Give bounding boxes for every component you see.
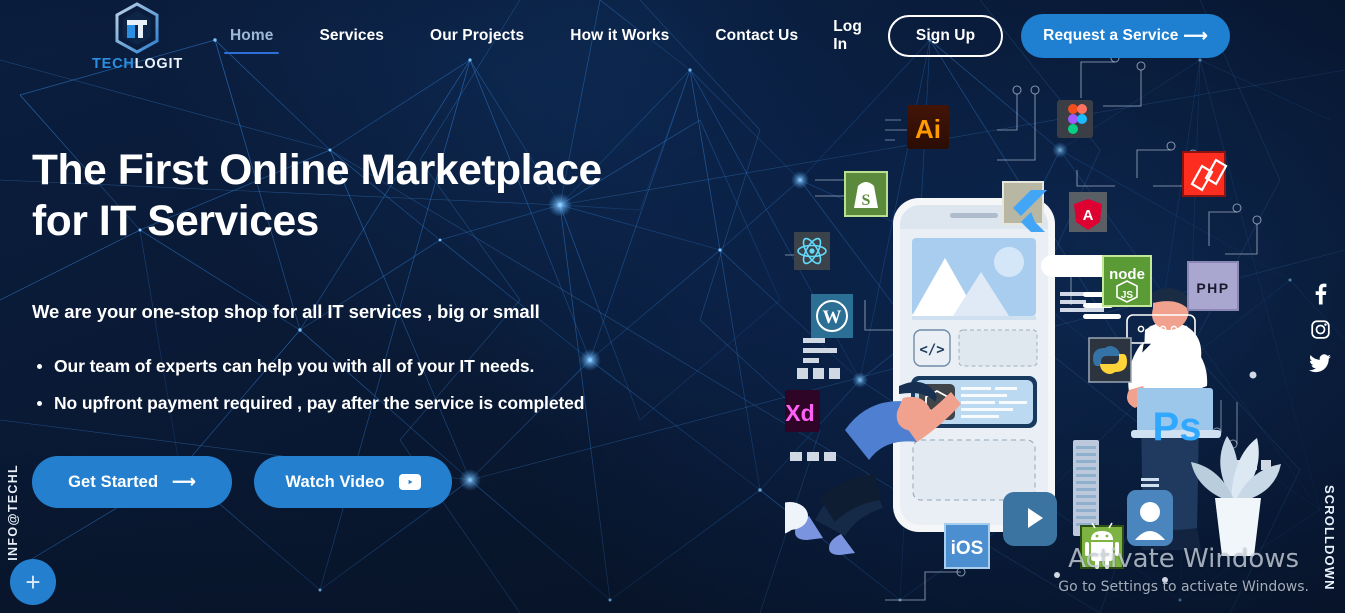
svg-text:PHP: PHP <box>1196 280 1229 296</box>
brand-logo[interactable]: TECHLOGIT <box>92 2 183 72</box>
hero-cta-row: Get Started ⟶ Watch Video <box>32 456 602 509</box>
social-links <box>1309 283 1331 373</box>
ios-icon: iOS <box>944 523 990 569</box>
nav-item-home[interactable]: Home <box>207 0 296 72</box>
request-a-service-button[interactable]: Request a Service ⟶ <box>1021 14 1230 58</box>
hero-illustration: </> Ai S A node JS PHP W Xd Ps iOS <box>785 53 1281 601</box>
hero-bullet-2: No upfront payment required , pay after … <box>54 394 602 413</box>
request-a-service-label: Request a Service <box>1043 27 1179 44</box>
nav-item-home-label: Home <box>229 27 274 44</box>
adobe-xd-icon: Xd <box>785 390 820 432</box>
react-icon <box>794 232 830 270</box>
svg-text:A: A <box>1083 207 1094 224</box>
watermark-title: Activate Windows <box>1068 544 1300 575</box>
signup-button[interactable]: Sign Up <box>887 15 1004 57</box>
nodejs-icon: node JS <box>1102 255 1152 307</box>
youtube-play-icon <box>398 474 421 491</box>
svg-text:Xd: Xd <box>785 400 814 426</box>
watch-video-button[interactable]: Watch Video <box>254 456 452 509</box>
photoshop-icon: Ps <box>1153 405 1202 449</box>
shopify-icon: S <box>844 171 888 217</box>
svg-text:S: S <box>862 192 871 209</box>
arrow-right-icon: ⟶ <box>172 473 196 492</box>
facebook-icon[interactable] <box>1310 283 1330 305</box>
php-icon: PHP <box>1187 261 1239 311</box>
figma-icon <box>1057 100 1093 138</box>
hero-bullet-1: Our team of experts can help you with al… <box>54 358 602 376</box>
python-icon <box>1088 337 1132 383</box>
email-vertical-label[interactable]: INFO@TECHL <box>6 464 20 561</box>
login-button[interactable]: Log In <box>821 12 874 60</box>
brand-wordmark: TECHLOGIT <box>92 56 183 72</box>
svg-text:Ps: Ps <box>1153 405 1202 449</box>
flutter-icon <box>1002 181 1047 232</box>
nav-item-our-projects[interactable]: Our Projects <box>407 0 547 72</box>
add-floating-action-button[interactable]: + <box>10 559 56 605</box>
svg-text:W: W <box>823 307 842 328</box>
brand-name-part2: LOGIT <box>134 56 183 72</box>
svg-text:JS: JS <box>1121 290 1134 301</box>
nav-active-underline <box>223 52 280 54</box>
nav-item-services[interactable]: Services <box>296 0 407 72</box>
site-header: TECHLOGIT Home Services Our Projects How… <box>0 0 1345 72</box>
adobe-illustrator-icon: Ai <box>907 105 949 149</box>
header-actions: Log In Sign Up Request a Service ⟶ <box>821 12 1345 60</box>
laravel-icon <box>1182 151 1228 197</box>
scroll-down-indicator[interactable]: SCROLLDOWN <box>1322 485 1337 591</box>
windows-activation-watermark: Activate Windows Go to Settings to activ… <box>1058 545 1309 595</box>
nav-item-how-it-works[interactable]: How it Works <box>547 0 692 72</box>
svg-text:iOS: iOS <box>951 538 984 559</box>
angular-icon: A <box>1069 192 1107 232</box>
brand-name-part1: TECH <box>92 56 135 72</box>
watch-video-label: Watch Video <box>285 472 385 491</box>
svg-text:Ai: Ai <box>915 114 941 144</box>
twitter-icon[interactable] <box>1309 354 1331 373</box>
instagram-icon[interactable] <box>1310 319 1331 340</box>
svg-text:</>: </> <box>919 342 944 358</box>
nav-item-contact-us[interactable]: Contact Us <box>692 0 821 72</box>
arrow-right-icon: ⟶ <box>1183 26 1208 45</box>
hero-heading-line1: The First Online Marketplace <box>32 147 602 194</box>
hero-heading-line2: for IT Services <box>32 197 319 245</box>
watermark-subtitle: Go to Settings to activate Windows. <box>1058 579 1309 595</box>
wordpress-icon: W <box>811 294 853 338</box>
page-title: The First Online Marketplace for IT Serv… <box>32 146 602 247</box>
main-navigation: Home Services Our Projects How it Works … <box>207 0 821 72</box>
hero-subheading: We are your one-stop shop for all IT ser… <box>32 301 540 323</box>
hero-section: The First Online Marketplace for IT Serv… <box>32 146 602 509</box>
get-started-label: Get Started <box>68 472 159 491</box>
get-started-button[interactable]: Get Started ⟶ <box>32 456 232 509</box>
hero-bullet-list: Our team of experts can help you with al… <box>54 358 602 412</box>
techlogit-hexagon-logo-icon <box>115 2 159 54</box>
